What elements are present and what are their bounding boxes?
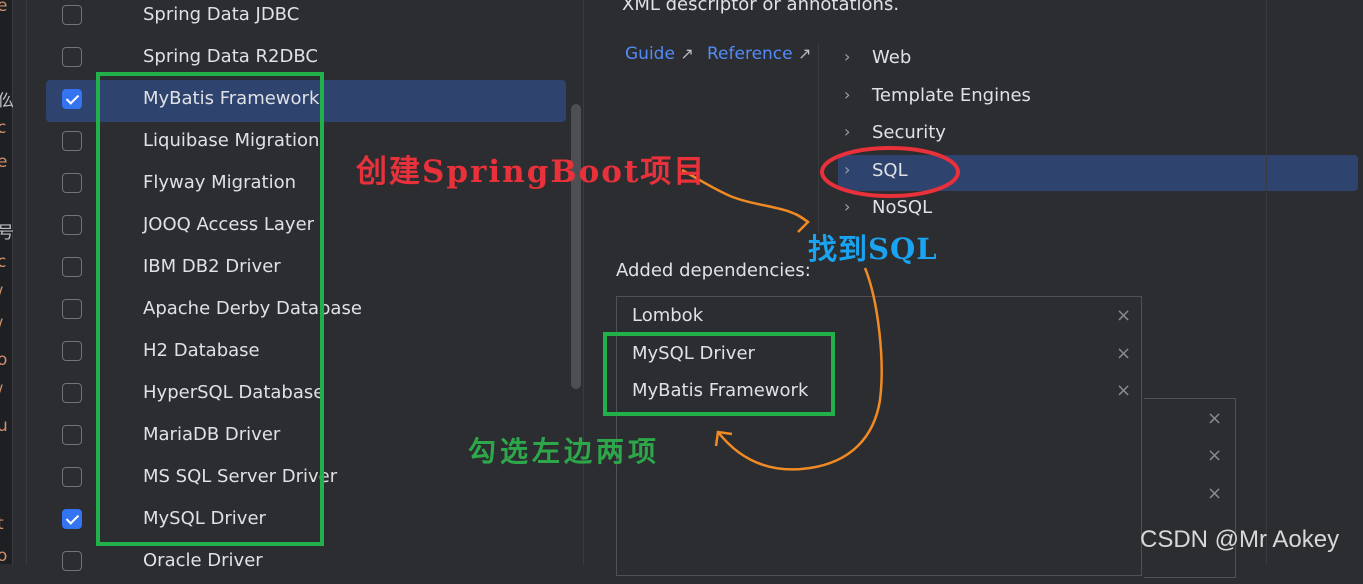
annotation-drawings [681, 146, 960, 471]
annotation-check-left-two: 勾选左边两项 [468, 435, 661, 468]
watermark: CSDN @Mr Aokey [1140, 526, 1340, 553]
annotation-arrowhead [795, 212, 810, 233]
annotation-find-sql: 找到SQL [808, 232, 938, 266]
annotation-arrow-to-check-left [717, 267, 883, 471]
annotation-create-project: 创建SpringBoot项目 [356, 154, 707, 190]
annotation-red-circle-sql [820, 146, 960, 198]
